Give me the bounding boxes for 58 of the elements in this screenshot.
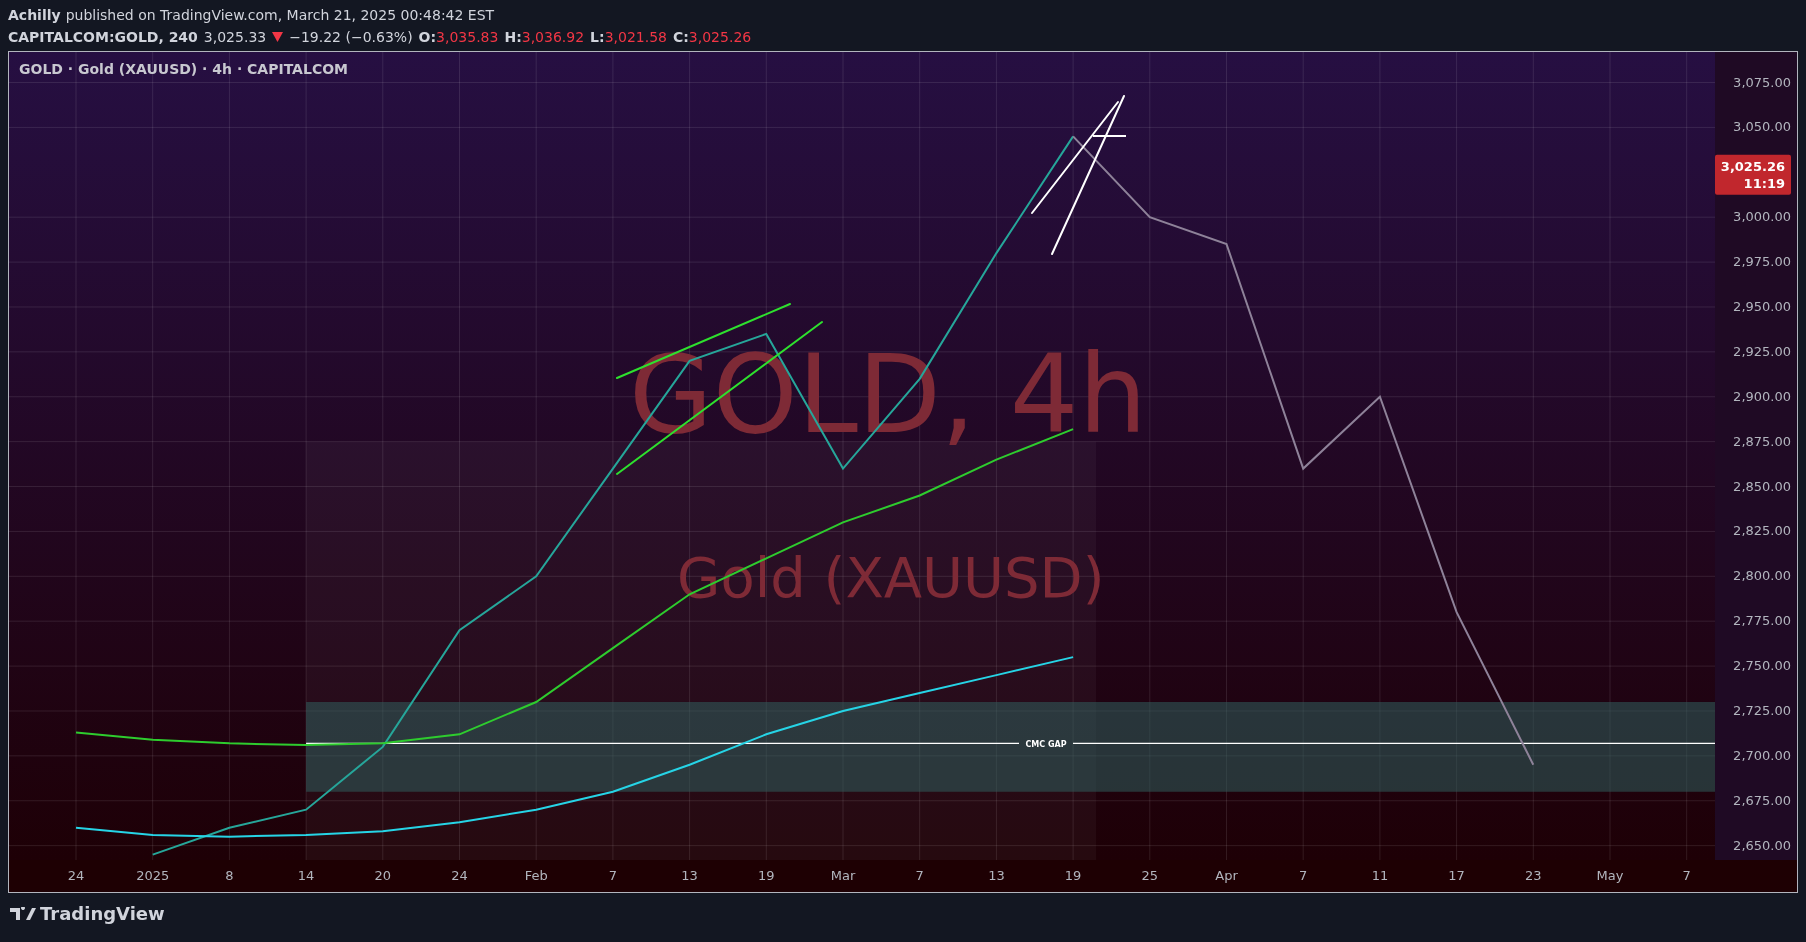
date-tick: 14: [297, 868, 315, 883]
date-tick: 20: [374, 868, 392, 883]
price-tick: 3,000.00: [1733, 209, 1791, 225]
date-tick: 24: [67, 868, 85, 883]
price-tick: 3,050.00: [1733, 119, 1791, 135]
date-tick: 7: [1299, 868, 1308, 883]
price-tick: 2,775.00: [1733, 613, 1791, 629]
date-tick: 19: [1064, 868, 1082, 883]
price-tick: 2,850.00: [1733, 478, 1791, 494]
price-change: −19.22 (−0.63%): [289, 28, 413, 47]
publish-info: published on TradingView.com, March 21, 2025 00:48:42 EST: [65, 6, 495, 25]
date-tick: 13: [681, 868, 698, 883]
date-tick: 8: [225, 868, 234, 883]
price-tick: 2,875.00: [1733, 433, 1791, 449]
ohlc-label: L:: [590, 28, 605, 47]
date-tick: 11: [1371, 868, 1389, 883]
price-tick: 2,650.00: [1733, 837, 1791, 853]
ohlc-label: C:: [673, 28, 689, 47]
ohlc-value: 3,036.92: [521, 28, 585, 47]
price-tick: 2,725.00: [1733, 702, 1791, 718]
date-tick: Apr: [1215, 868, 1238, 883]
price-tick: 2,675.00: [1733, 792, 1791, 808]
date-tick: May: [1596, 868, 1624, 883]
author-name[interactable]: Achilly: [8, 4, 61, 26]
date-tick: 24: [451, 868, 468, 883]
price-tick: 2,700.00: [1733, 747, 1791, 763]
date-tick: Feb: [524, 868, 548, 883]
ohlc-value: 3,025.26: [688, 28, 752, 47]
price-tick: 3,075.00: [1733, 74, 1791, 90]
price-tick: 2,925.00: [1733, 343, 1791, 359]
price-tick: 2,975.00: [1733, 254, 1791, 270]
price-tick: 2,900.00: [1733, 388, 1791, 404]
date-tick: 7: [1682, 868, 1691, 883]
ohlc-value: 3,021.58: [604, 28, 667, 47]
last-price: 3,025.33: [203, 28, 267, 47]
price-tick: 2,750.00: [1733, 658, 1791, 674]
price-tick: 2,950.00: [1733, 298, 1791, 314]
date-tick: 17: [1448, 868, 1465, 883]
bar-countdown: 11:19: [1743, 175, 1785, 191]
gap-label: CMC GAP: [1025, 739, 1067, 749]
date-tick: 2025: [136, 868, 170, 883]
date-tick: 23: [1525, 868, 1542, 883]
logo-icon: [10, 906, 36, 921]
price-tick: 2,800.00: [1733, 568, 1791, 584]
brand-name: TradingView: [40, 903, 165, 924]
date-tick: 7: [608, 868, 618, 883]
date-tick: Mar: [830, 868, 856, 883]
date-tick: 19: [758, 868, 775, 883]
date-tick: 25: [1141, 868, 1159, 883]
price-tick: 2,825.00: [1733, 523, 1791, 539]
chart-legend: GOLD · Gold (XAUUSD) · 4h · CAPITALCOM: [19, 61, 348, 77]
symbol-label: CAPITALCOM:GOLD, 240: [8, 28, 198, 47]
date-tick: 7: [915, 868, 924, 883]
ohlc-label: H:: [504, 28, 522, 47]
ohlc-value: 3,035.83: [436, 28, 499, 47]
ohlc-label: O:: [418, 28, 437, 47]
date-tick: 13: [988, 868, 1005, 883]
current-price: 3,025.26: [1720, 158, 1785, 174]
